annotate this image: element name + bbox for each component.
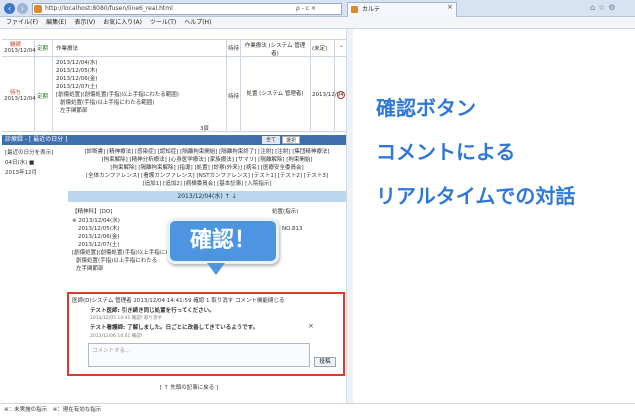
comment-header: 医師(D)システム 管理者 2013/12/04 14:41:59 確認 1 取… (72, 298, 285, 304)
row1-staff: 作業療法 (システム 管理者) (244, 43, 306, 57)
table-divider (226, 39, 227, 131)
comment-nurse-meta[interactable]: 2013/12/06 14:41 確認! (90, 333, 143, 339)
menu-item-favorites[interactable]: お気に入り(A) (103, 19, 142, 26)
comment-doctor: テスト医師: 引き続き同じ処置を行ってください。 (90, 308, 215, 314)
nav-day-04[interactable]: 04日(水) ■ (5, 158, 66, 166)
row2-line: 2013/12/06(金) (56, 76, 98, 82)
cancel-icon[interactable] (337, 91, 345, 99)
comment-input[interactable]: コメントする... (88, 343, 310, 367)
headline-comment: コメントによる (376, 140, 516, 164)
table-divider (2, 39, 346, 40)
menu-item-file[interactable]: ファイル(F) (6, 19, 38, 26)
filter-row[interactable]: [拘束解除] [隔離拘束解除] [指導] [処置] [診察(外来)] [病名] … (68, 164, 346, 172)
table-divider (2, 131, 346, 132)
row2-detail: 2013/12/04(水) 2013/12/05(木) 2013/12/06(金… (56, 59, 179, 115)
site-favicon-icon (34, 5, 42, 13)
category-filters: [診断書] [精神療法] [感染症] [認知症] [隔離拘束開始] [隔離拘束終… (68, 148, 346, 188)
row2-line: 左手関節部 (60, 108, 88, 114)
menu-item-edit[interactable]: 編集(E) (46, 19, 66, 26)
headline-confirm-button: 確認ボタン (376, 96, 476, 120)
row2-date: 2013/12/04 (4, 96, 36, 102)
entry-right-no: NO.813 (282, 226, 303, 232)
date-bar[interactable]: 2013/12/04(水) ↑ ↓ (68, 191, 346, 202)
row2-line: [創傷処置](創傷処置(手指)以上手指にわたる範囲) (56, 92, 179, 98)
row2-line: 2013/12/07(土) (56, 84, 98, 90)
back-arrow-icon[interactable]: ‹ (4, 3, 15, 14)
back-to-top-link[interactable]: [ ↑ 先頭の記事に戻る ] (160, 383, 218, 391)
page-number: 3頁 (200, 126, 209, 132)
menu-item-view[interactable]: 表示(V) (74, 19, 95, 26)
row2-col: 持持 (228, 94, 240, 100)
row1-status: 継続 (10, 42, 22, 48)
tab-favicon-icon (351, 6, 358, 13)
select-button[interactable]: 選択 (282, 136, 300, 144)
row2-type: 定期 (37, 94, 49, 100)
scrollbar[interactable] (346, 29, 353, 403)
headline-realtime: リアルタイムでの対話 (376, 184, 576, 208)
table-divider (240, 39, 241, 131)
left-nav: [最近の日分を表示] 04日(水) ■ 2013年12月 (2, 146, 66, 206)
close-icon[interactable]: × (308, 322, 314, 330)
show-all-button[interactable]: 全て (262, 136, 280, 144)
filter-row[interactable]: [拘束解除] [精神分析療法] [心身医学療法] [家族療法] [サマリ] [隔… (68, 156, 346, 164)
comment-nurse: テスト看護師: 了解しました。日ごとに改善してきているようです。 (90, 325, 259, 331)
browser-toolbar-icons[interactable]: ⌂☆⚙ (590, 3, 632, 15)
row2-staff: 処置 (システム 管理者) (246, 91, 304, 97)
filter-row[interactable]: [全体カンファレンス] [看護カンファレンス] [NSTカンファレンス] [テス… (68, 172, 346, 180)
filter-row[interactable]: [追加1] [追加2] [病棟委員会] [基本記事] [入院指示] (68, 180, 346, 188)
table-divider (310, 39, 311, 131)
forward-arrow-icon[interactable]: › (17, 3, 28, 14)
tab-karte[interactable]: カルテ (347, 2, 457, 17)
filter-row[interactable]: [診断書] [精神療法] [感染症] [認知症] [隔離拘束開始] [隔離拘束終… (68, 148, 346, 156)
row1-type: 定期 (37, 46, 49, 52)
row2-status: 待ち (10, 90, 22, 96)
entry-right-head: 処置(指示) (272, 209, 299, 215)
table-divider (334, 39, 335, 131)
entry-head: 【精神科】[DO] (72, 209, 113, 215)
row2-line: 2013/12/04(水) (56, 60, 98, 66)
nav-recent-days[interactable]: [最近の日分を表示] (5, 148, 66, 156)
entry-line: 左手関節部 (76, 266, 104, 272)
row1-name: 作業療法 (56, 46, 79, 52)
address-bar-tools[interactable]: ρ - c × (296, 3, 340, 15)
row1-expand-icon[interactable]: ⌄ (339, 43, 344, 49)
row1-right: (未定) (312, 46, 328, 52)
confirm-callout: 確認！ (167, 218, 279, 264)
row2-line: 創傷処置(手指)以上手指にわたる範囲) (60, 100, 155, 106)
page-footer: ※：未実施の指示 ※：現在有効な指示 (0, 403, 635, 419)
tab-close-icon[interactable]: × (447, 3, 453, 11)
callout-tail (207, 263, 225, 275)
nav-month[interactable]: 2013年12月 (5, 168, 66, 176)
comment-doctor-meta[interactable]: 2013/12/05 14:41 確認! 取り消す (90, 315, 162, 321)
row1-col: 持持 (228, 46, 240, 52)
table-divider (52, 39, 53, 131)
menu-item-tools[interactable]: ツール(T) (150, 19, 176, 26)
menu-bar: ファイル(F) 編集(E) 表示(V) お気に入り(A) ツール(T) ヘルプ(… (0, 17, 635, 29)
row2-line: 2013/12/05(木) (56, 68, 98, 74)
row1-date: 2013/12/04 (4, 48, 36, 54)
menu-item-help[interactable]: ヘルプ(H) (184, 19, 211, 26)
post-comment-button[interactable]: 投稿 (314, 357, 336, 367)
